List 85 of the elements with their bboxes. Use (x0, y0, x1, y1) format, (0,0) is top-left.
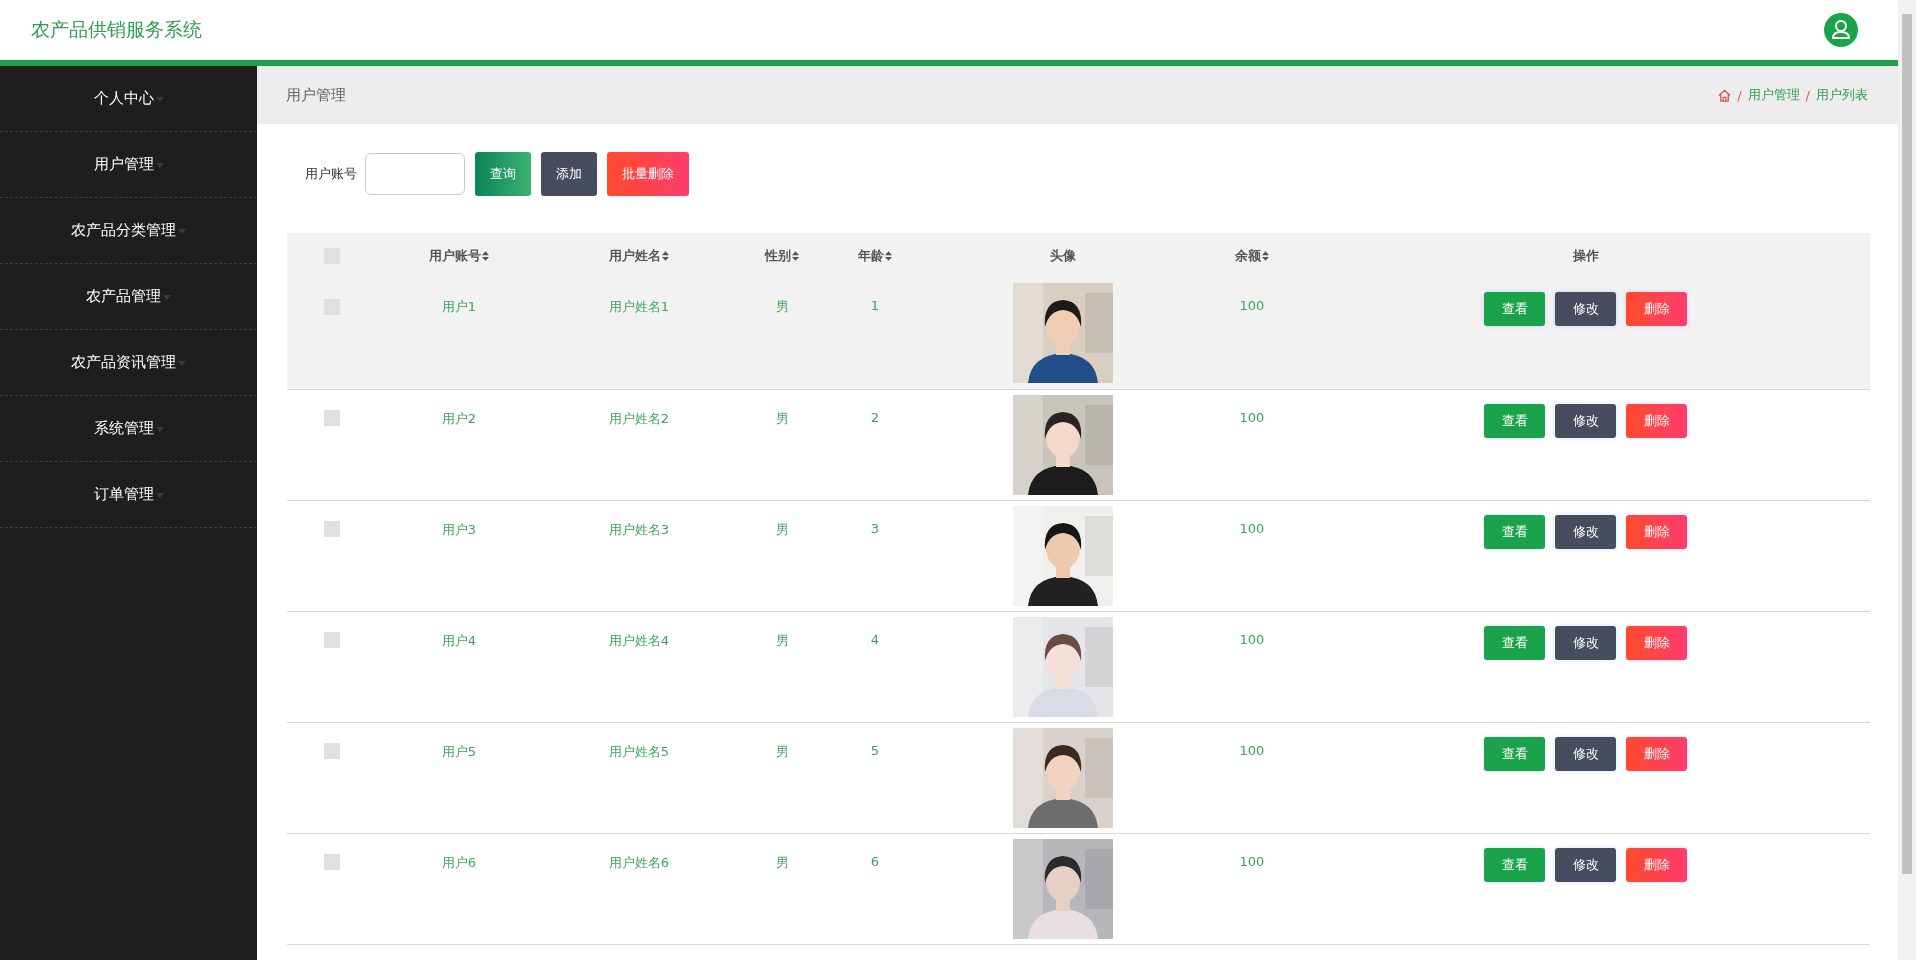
scrollbar[interactable] (1898, 0, 1916, 960)
caret-icon (155, 493, 164, 498)
delete-button[interactable]: 删除 (1626, 292, 1687, 326)
sort-icon[interactable] (1262, 250, 1269, 261)
edit-button[interactable]: 修改 (1555, 514, 1616, 549)
sort-icon[interactable] (482, 250, 489, 261)
table-cell: 用户姓名6 (608, 854, 670, 870)
home-icon[interactable] (1718, 88, 1732, 102)
sidebar-item[interactable]: 系统管理 (0, 396, 257, 462)
delete-button[interactable]: 删除 (1626, 514, 1687, 549)
column-header: 操作 (1572, 246, 1599, 265)
table-cell: 用户5 (441, 743, 477, 759)
page-title: 用户管理 (286, 85, 346, 105)
column-header[interactable]: 用户姓名 (609, 246, 669, 265)
user-avatar-icon[interactable] (1824, 13, 1858, 47)
app-title: 农产品供销服务系统 (31, 17, 202, 42)
row-checkbox[interactable] (324, 410, 340, 426)
table-cell: 100 (1239, 631, 1265, 647)
table-cell: 2 (870, 409, 880, 425)
caret-icon (155, 427, 164, 432)
row-checkbox[interactable] (324, 854, 340, 870)
delete-button[interactable]: 批量删除 (607, 152, 689, 196)
breadcrumb-separator: / (1737, 87, 1742, 103)
sidebar-item[interactable]: 农产品管理 (0, 264, 257, 330)
caret-icon (163, 295, 171, 300)
table-cell: 用户姓名5 (608, 743, 670, 759)
table-cell: 男 (775, 854, 789, 870)
table-cell: 男 (775, 299, 789, 314)
table-cell: 100 (1239, 742, 1265, 758)
table-cell: 100 (1239, 298, 1265, 313)
sidebar-item[interactable]: 订单管理 (0, 462, 257, 528)
table-cell: 6 (870, 853, 880, 869)
column-header: 头像 (1050, 246, 1076, 265)
table-cell: 用户3 (441, 521, 477, 537)
row-checkbox[interactable] (324, 632, 340, 648)
row-checkbox[interactable] (324, 521, 340, 537)
sort-icon[interactable] (662, 250, 669, 261)
delete-button[interactable]: 删除 (1626, 736, 1687, 771)
caret-icon (178, 361, 186, 366)
table-cell: 100 (1239, 853, 1265, 869)
delete-button[interactable]: 删除 (1626, 847, 1687, 882)
delete-button[interactable]: 删除 (1626, 403, 1687, 438)
table-cell: 男 (775, 632, 789, 648)
caret-icon (155, 163, 164, 168)
table-cell: 男 (775, 521, 789, 537)
table-cell: 男 (775, 410, 789, 426)
scrollbar-thumb[interactable] (1902, 14, 1912, 874)
table-cell: 用户1 (441, 299, 477, 314)
sort-icon[interactable] (792, 250, 799, 261)
table-cell: 1 (870, 298, 880, 313)
search-button[interactable]: 查询 (475, 152, 531, 196)
edit-button[interactable]: 修改 (1555, 625, 1616, 660)
column-header[interactable]: 用户账号 (429, 246, 489, 265)
column-header[interactable]: 年龄 (858, 246, 892, 265)
edit-button[interactable]: 修改 (1555, 847, 1616, 882)
caret-icon (155, 97, 164, 102)
table-cell: 100 (1239, 520, 1265, 536)
table-cell: 5 (870, 742, 880, 758)
column-header[interactable]: 余额 (1235, 246, 1269, 265)
breadcrumb-separator: / (1805, 87, 1810, 103)
field-label: 用户账号 (305, 165, 357, 183)
column-header[interactable]: 性别 (765, 246, 799, 265)
table-cell: 用户4 (441, 632, 477, 648)
table-cell: 用户姓名2 (608, 410, 670, 426)
edit-button[interactable]: 修改 (1555, 292, 1616, 326)
table-cell: 100 (1239, 409, 1265, 425)
sidebar-item[interactable]: 用户管理 (0, 132, 257, 198)
table-cell: 男 (775, 743, 789, 759)
table-cell: 用户6 (441, 854, 477, 870)
caret-icon (178, 229, 186, 234)
sidebar-item[interactable]: 农产品分类管理 (0, 198, 257, 264)
edit-button[interactable]: 修改 (1555, 736, 1616, 771)
table-cell: 4 (870, 631, 880, 647)
delete-button[interactable]: 删除 (1626, 625, 1687, 660)
table-cell: 3 (870, 520, 880, 536)
account-input-field[interactable] (365, 153, 465, 195)
table-cell: 用户姓名1 (608, 299, 670, 314)
sidebar-item[interactable]: 农产品资讯管理 (0, 330, 257, 396)
edit-button[interactable]: 修改 (1555, 403, 1616, 438)
add-button[interactable]: 添加 (541, 152, 597, 196)
sort-icon[interactable] (885, 250, 892, 261)
row-checkbox[interactable] (324, 743, 340, 759)
table-cell: 用户姓名3 (608, 521, 670, 537)
table-cell: 用户2 (441, 410, 477, 426)
table-cell: 用户姓名4 (608, 632, 670, 648)
